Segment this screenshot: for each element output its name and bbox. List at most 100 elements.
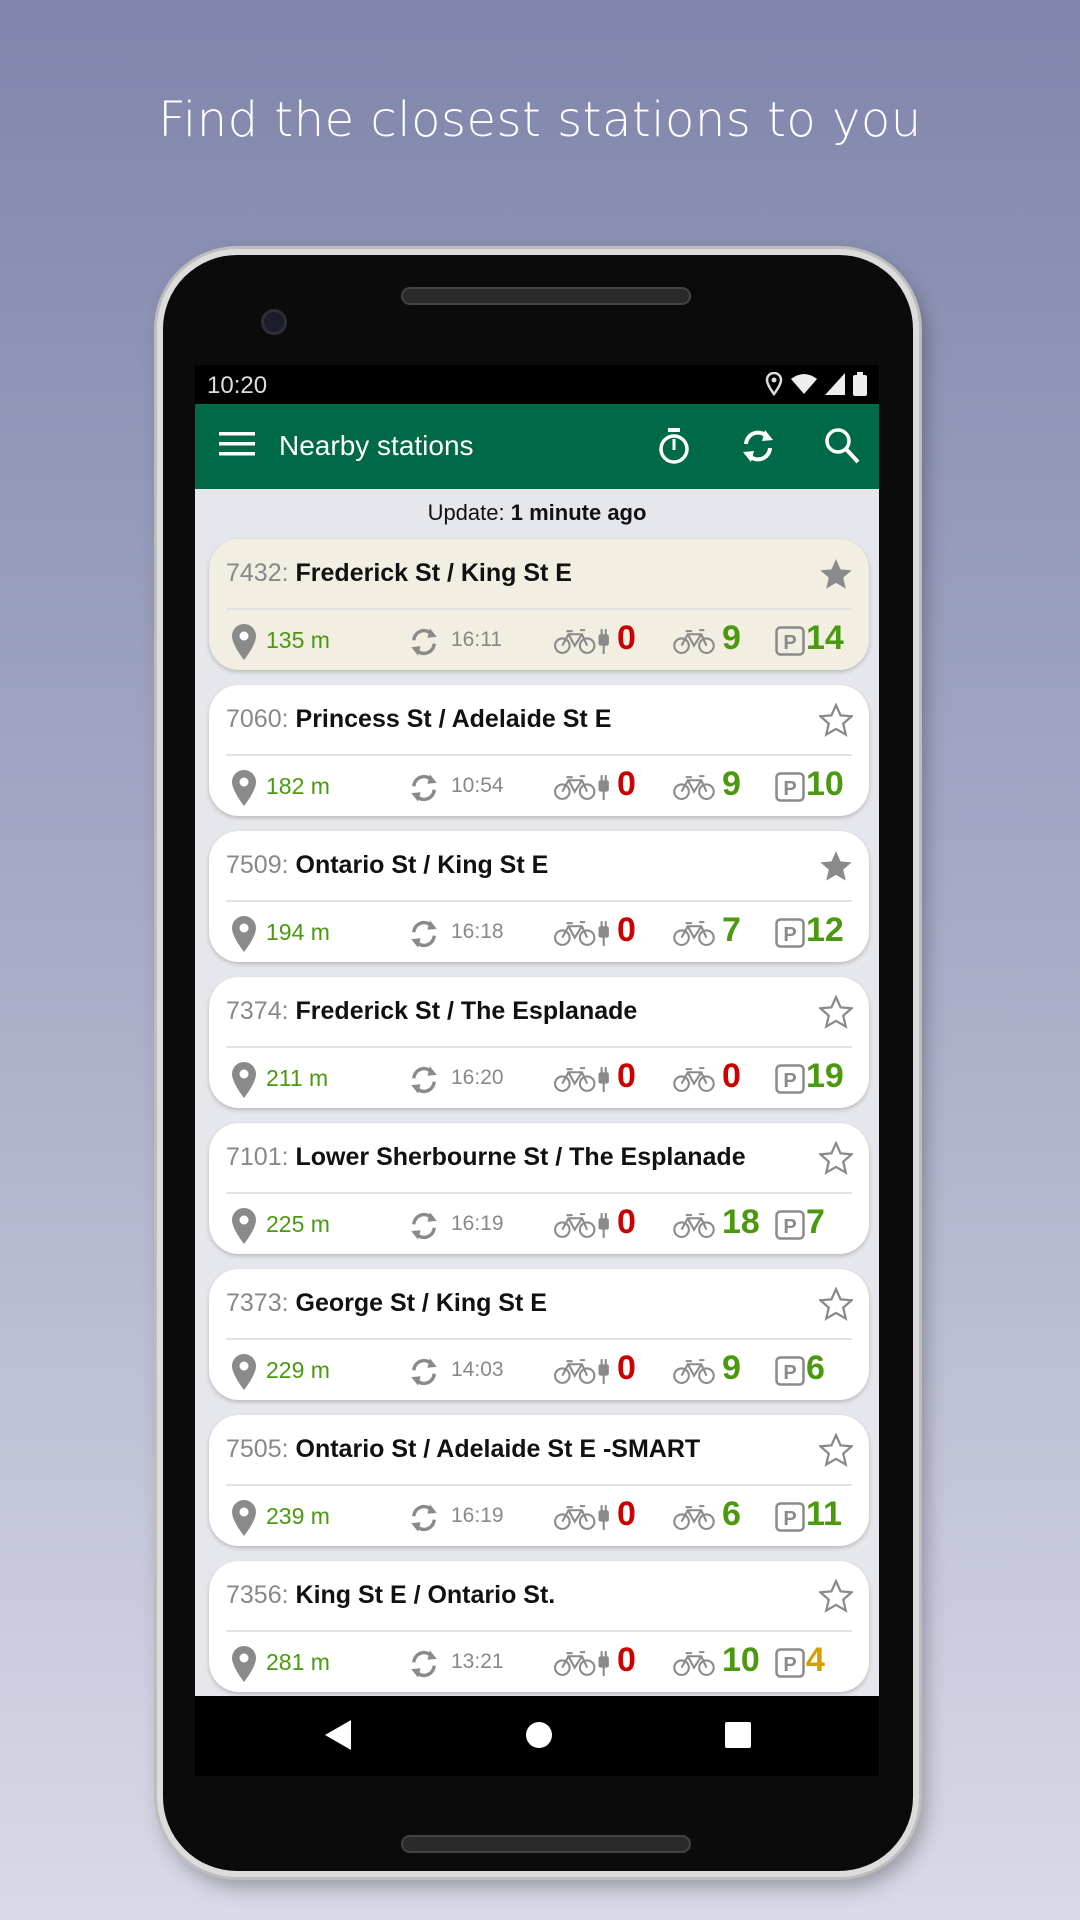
- station-id: 7373:: [226, 1289, 289, 1317]
- ebike-icon: [553, 627, 613, 660]
- divider: [226, 754, 852, 756]
- star-filled-icon[interactable]: [819, 557, 853, 596]
- dock-count: 4: [806, 1641, 825, 1679]
- distance: 135 m: [266, 627, 330, 653]
- station-card[interactable]: 7509: Ontario St / King St E 194 m 16:18 0 7…: [209, 831, 869, 962]
- back-icon[interactable]: [323, 1718, 353, 1752]
- last-update-icon: [406, 1501, 442, 1540]
- ebike-icon: [553, 1065, 613, 1098]
- svg-text:P: P: [783, 1508, 796, 1530]
- dock-count: 10: [806, 765, 844, 803]
- menu-icon[interactable]: [219, 430, 255, 458]
- parking-icon: P: [775, 1648, 805, 1683]
- status-bar: 10:20: [195, 365, 879, 404]
- divider: [226, 900, 852, 902]
- station-id: 7101:: [226, 1143, 289, 1171]
- update-status: Update: 1 minute ago: [195, 489, 879, 536]
- page-title: Nearby stations: [279, 430, 474, 461]
- distance: 182 m: [266, 773, 330, 799]
- dock-count: 19: [806, 1057, 844, 1095]
- ebike-count: 0: [617, 1203, 636, 1241]
- dock-count: 11: [806, 1495, 842, 1533]
- last-update-icon: [406, 625, 442, 664]
- station-name: Frederick St / King St E: [295, 559, 572, 587]
- station-card[interactable]: 7432: Frederick St / King St E 135 m 16:11…: [209, 539, 869, 670]
- bike-icon: [672, 1357, 716, 1390]
- last-update-time: 13:21: [451, 1650, 504, 1673]
- location-pin-icon: [230, 1061, 258, 1104]
- ebike-icon: [553, 919, 613, 952]
- bike-icon: [672, 919, 716, 952]
- station-name: Frederick St / The Esplanade: [295, 997, 638, 1025]
- distance: 239 m: [266, 1503, 330, 1529]
- bike-count: 6: [722, 1495, 741, 1533]
- distance: 194 m: [266, 919, 330, 945]
- ebike-icon: [553, 1211, 613, 1244]
- divider: [226, 1338, 852, 1340]
- distance: 281 m: [266, 1649, 330, 1675]
- last-update-time: 16:18: [451, 920, 504, 943]
- station-title: 7356: King St E / Ontario St.: [226, 1581, 555, 1610]
- location-icon: [765, 372, 783, 396]
- station-name: Lower Sherbourne St / The Esplanade: [295, 1143, 746, 1171]
- star-filled-icon[interactable]: [819, 849, 853, 888]
- parking-icon: P: [775, 626, 805, 661]
- ebike-count: 0: [617, 1641, 636, 1679]
- home-icon[interactable]: [524, 1718, 554, 1752]
- star-outline-icon[interactable]: [817, 1578, 855, 1618]
- battery-icon: [853, 372, 867, 396]
- last-update-icon: [406, 1209, 442, 1248]
- dock-count: 12: [806, 911, 844, 949]
- dock-count: 7: [806, 1203, 825, 1241]
- station-card[interactable]: 7101: Lower Sherbourne St / The Esplanad…: [209, 1123, 869, 1254]
- ebike-count: 0: [617, 911, 636, 949]
- search-icon[interactable]: [823, 426, 861, 466]
- station-card[interactable]: 7373: George St / King St E 229 m 14:03 0 9 P…: [209, 1269, 869, 1400]
- divider: [226, 1046, 852, 1048]
- station-id: 7509:: [226, 851, 289, 879]
- camera: [261, 309, 287, 335]
- refresh-icon[interactable]: [738, 426, 778, 466]
- bike-icon: [672, 1211, 716, 1244]
- svg-text:P: P: [783, 924, 796, 946]
- station-id: 7060:: [226, 705, 289, 733]
- last-update-time: 16:19: [451, 1504, 504, 1527]
- station-card[interactable]: 7356: King St E / Ontario St. 281 m 13:21 0…: [209, 1561, 869, 1692]
- station-card[interactable]: 7060: Princess St / Adelaide St E 182 m 10…: [209, 685, 869, 816]
- bike-count: 18: [722, 1203, 760, 1241]
- station-card[interactable]: 7374: Frederick St / The Esplanade 211 m 1…: [209, 977, 869, 1108]
- bike-count: 9: [722, 765, 741, 803]
- location-pin-icon: [230, 769, 258, 812]
- station-title: 7374: Frederick St / The Esplanade: [226, 997, 637, 1026]
- speaker-bottom: [401, 1835, 691, 1853]
- station-title: 7060: Princess St / Adelaide St E: [226, 705, 611, 734]
- recents-icon[interactable]: [723, 1718, 753, 1752]
- bike-count: 9: [722, 619, 741, 657]
- station-card[interactable]: 7505: Ontario St / Adelaide St E -SMART 2…: [209, 1415, 869, 1546]
- location-pin-icon: [230, 915, 258, 958]
- divider: [226, 608, 852, 610]
- divider: [226, 1192, 852, 1194]
- last-update-icon: [406, 1063, 442, 1102]
- star-outline-icon[interactable]: [817, 702, 855, 742]
- bike-icon: [672, 773, 716, 806]
- ebike-count: 0: [617, 619, 636, 657]
- station-id: 7505:: [226, 1435, 289, 1463]
- svg-text:P: P: [783, 1654, 796, 1676]
- star-outline-icon[interactable]: [817, 994, 855, 1034]
- star-outline-icon[interactable]: [817, 1140, 855, 1180]
- timer-icon[interactable]: [657, 426, 691, 466]
- last-update-icon: [406, 1355, 442, 1394]
- star-outline-icon[interactable]: [817, 1432, 855, 1472]
- svg-text:P: P: [783, 1362, 796, 1384]
- ebike-icon: [553, 773, 613, 806]
- app-bar: Nearby stations: [195, 404, 879, 489]
- parking-icon: P: [775, 772, 805, 807]
- screen: 10:20 Nearby stations Update: 1 minute a…: [195, 365, 879, 1776]
- ebike-icon: [553, 1649, 613, 1682]
- location-pin-icon: [230, 1645, 258, 1688]
- star-outline-icon[interactable]: [817, 1286, 855, 1326]
- wifi-icon: [791, 374, 817, 394]
- location-pin-icon: [230, 1499, 258, 1542]
- station-title: 7432: Frederick St / King St E: [226, 559, 572, 588]
